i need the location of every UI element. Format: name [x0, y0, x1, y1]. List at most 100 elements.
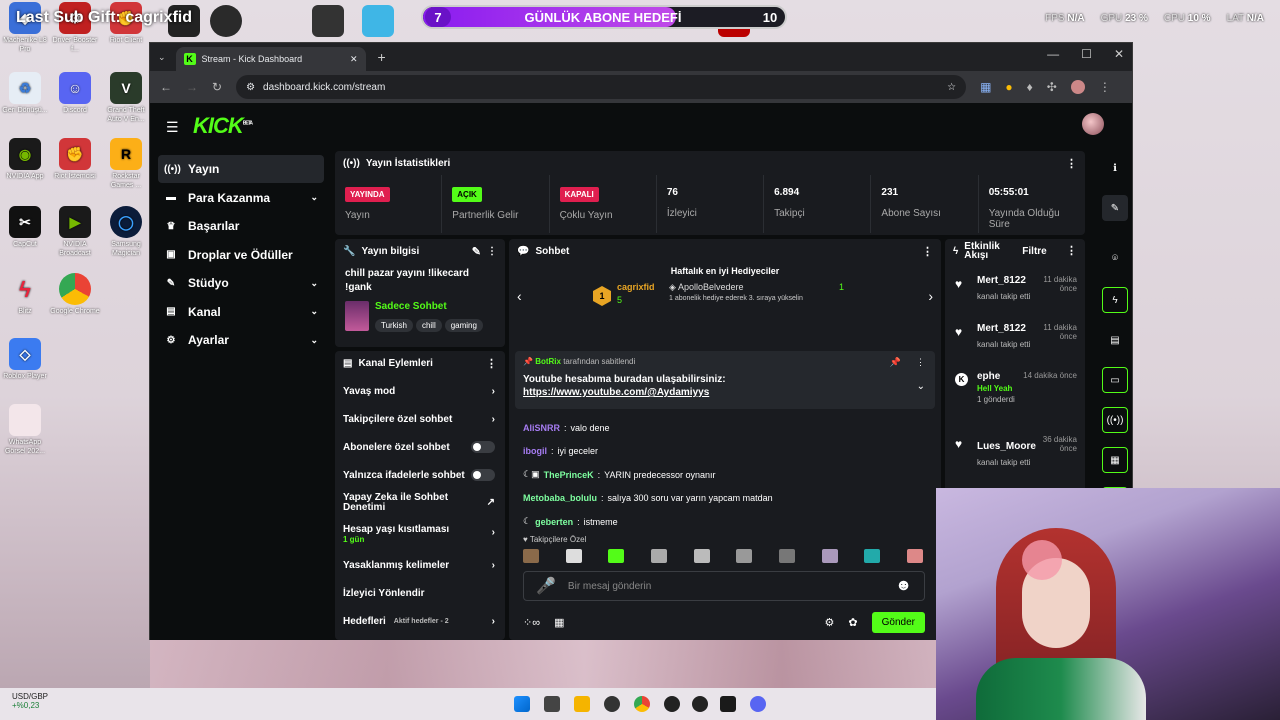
action-followers-only[interactable]: Takipçilere özel sohbet › [335, 405, 505, 433]
emote[interactable] [608, 549, 625, 563]
discord-icon[interactable] [750, 696, 766, 712]
subscribers-only-toggle[interactable] [471, 441, 495, 453]
back-icon[interactable]: ← [160, 80, 172, 94]
emote[interactable] [693, 549, 710, 563]
reload-icon[interactable]: ↻ [212, 80, 222, 94]
tab-list-icon[interactable]: ⌄ [158, 52, 166, 63]
desktop-icon[interactable]: ✂ CapCut [0, 206, 50, 249]
gifter2[interactable]: ◈ ApolloBelvedere [669, 282, 743, 293]
tag[interactable]: Turkish [375, 319, 413, 332]
edit-icon[interactable]: ✎ [1102, 195, 1128, 221]
desktop-icon[interactable]: ◯ Samsung Magician [101, 206, 151, 258]
desktop-icon[interactable]: Google Chrome [50, 273, 100, 316]
gift-icon[interactable]: ✿ [848, 616, 857, 629]
infinity-icon[interactable]: ⁘∞ [523, 616, 540, 629]
sidebar-item-yayin[interactable]: ((•)) Yayın [158, 155, 324, 183]
desktop-icon[interactable]: ☺ Discord [50, 72, 100, 115]
layout-icon[interactable]: ▦ [1102, 447, 1128, 473]
windows-start-icon[interactable] [514, 696, 530, 712]
extension-icon[interactable]: ♦ [1027, 80, 1033, 94]
chat-username[interactable]: AliSNRR [523, 423, 560, 433]
tag[interactable]: gaming [444, 319, 483, 332]
chevron-down-icon[interactable]: ⌄ [917, 381, 925, 392]
extensions-puzzle-icon[interactable]: ✣ [1047, 80, 1057, 94]
profile-avatar[interactable] [1070, 80, 1085, 94]
desktop-icon[interactable]: ◇ Roblox Player [0, 338, 50, 381]
lightning-icon[interactable]: ϟ [1102, 287, 1128, 313]
maximize-button[interactable]: ☐ [1081, 47, 1092, 61]
chat-username[interactable]: geberten [535, 517, 573, 527]
edit-icon[interactable]: ✎ [472, 245, 481, 258]
scan-icon[interactable]: ⌾ [1102, 245, 1128, 271]
pinned-link[interactable]: https://www.youtube.com/@Aydamiyys [523, 387, 927, 398]
action-slow-mode[interactable]: Yavaş mod › [335, 377, 505, 405]
action-redirect-viewers[interactable]: İzleyici Yönlendir [335, 579, 505, 607]
emotes-only-toggle[interactable] [471, 469, 495, 481]
chevron-right-icon[interactable]: › [928, 288, 933, 304]
menu-kebab-icon[interactable]: ⋮ [1099, 80, 1111, 94]
category-name[interactable]: Sadece Sohbet [375, 301, 486, 312]
action-banned-words[interactable]: Yasaklanmış kelimeler › [335, 551, 505, 579]
app-icon[interactable] [362, 5, 394, 37]
sidebar-item-para-kazanma[interactable]: ▬ Para Kazanma ⌄ [158, 184, 324, 212]
emote[interactable] [821, 549, 838, 563]
pin-icon[interactable]: 📌 [890, 357, 901, 368]
broadcast-icon[interactable]: ((•)) [1102, 407, 1128, 433]
more-options-icon[interactable]: ⋮ [486, 357, 497, 370]
more-options-icon[interactable]: ⋮ [922, 245, 933, 258]
more-options-icon[interactable]: ⋮ [1066, 245, 1077, 256]
action-account-age[interactable]: Hesap yaşı kısıtlaması 1 gün › [335, 517, 505, 551]
file-explorer-icon[interactable] [574, 696, 590, 712]
desktop-icon[interactable]: ϟ Blitz [0, 273, 50, 316]
sidebar-item-kanal[interactable]: ▤ Kanal ⌄ [158, 298, 324, 326]
sidebar-item-studyo[interactable]: ✎ Stüdyo ⌄ [158, 269, 324, 297]
desktop-icon[interactable]: ♻ Geri Dönüşü... [0, 72, 50, 115]
chrome-icon[interactable] [634, 696, 650, 712]
desktop-icon[interactable]: ✊ Riot İstemcisi [50, 138, 100, 181]
app-icon[interactable] [664, 696, 680, 712]
action-ai-moderation[interactable]: Yapay Zeka ile Sohbet Denetimi ↗ [335, 489, 505, 517]
emote[interactable] [778, 549, 795, 563]
desktop-icon[interactable]: WhatsApp Görsel 202... [0, 404, 50, 456]
desktop-icon[interactable]: ▶ NVIDIA Broadcast [50, 206, 100, 258]
extension-icon[interactable]: ● [1005, 80, 1012, 94]
address-bar[interactable]: ⚙ dashboard.kick.com/stream ☆ [236, 75, 967, 99]
tag[interactable]: chill [415, 319, 442, 332]
emote[interactable] [906, 549, 923, 563]
chat-icon[interactable]: ▭ [1102, 367, 1128, 393]
action-goals[interactable]: Hedefleri Aktif hedefler - 2 › [335, 607, 505, 635]
sidebar-item-droplar[interactable]: ▣ Droplar ve Ödüller [158, 241, 324, 269]
translate-icon[interactable]: ▦ [980, 80, 991, 94]
ticker-widget[interactable]: USD/GBP +%0,23 [12, 692, 48, 710]
chat-input[interactable]: 🎤 Bir mesaj gönderin ☻ [523, 571, 925, 601]
app-icon[interactable] [312, 5, 344, 37]
send-button[interactable]: Gönder [871, 611, 925, 633]
more-options-icon[interactable]: ⋮ [487, 246, 497, 257]
gear-icon[interactable]: ⚙ [825, 616, 835, 629]
site-info-icon[interactable]: ⚙ [246, 82, 255, 93]
gifter-name[interactable]: cagrixfid [617, 282, 655, 292]
bookmark-star-icon[interactable]: ☆ [947, 82, 956, 93]
desktop-icon[interactable]: V Grand Theft Auto V En... [101, 72, 151, 124]
task-view-icon[interactable] [544, 696, 560, 712]
obs-icon[interactable] [604, 696, 620, 712]
new-tab-button[interactable]: + [378, 49, 386, 65]
emote[interactable] [864, 549, 881, 563]
chat-username[interactable]: ibogil [523, 446, 547, 456]
microphone-icon[interactable]: 🎤 [536, 576, 556, 596]
more-options-icon[interactable]: ⋮ [916, 357, 925, 368]
emote[interactable] [650, 549, 667, 563]
obs-icon[interactable] [210, 5, 242, 37]
emote[interactable] [565, 549, 582, 563]
emoji-icon[interactable]: ☻ [895, 577, 912, 595]
emote[interactable] [736, 549, 753, 563]
chevron-left-icon[interactable]: ‹ [517, 288, 522, 304]
sidebar-item-ayarlar[interactable]: ⚙ Ayarlar ⌄ [158, 326, 324, 354]
info-icon[interactable]: ℹ [1102, 155, 1128, 181]
desktop-icon[interactable]: R Rockstar Games ... [101, 138, 151, 190]
chat-username[interactable]: ThePrinceK [544, 470, 594, 480]
emote[interactable] [523, 549, 539, 563]
close-button[interactable]: ✕ [1114, 47, 1124, 61]
more-options-icon[interactable]: ⋮ [1066, 157, 1077, 170]
hamburger-menu-icon[interactable]: ☰ [166, 119, 179, 136]
